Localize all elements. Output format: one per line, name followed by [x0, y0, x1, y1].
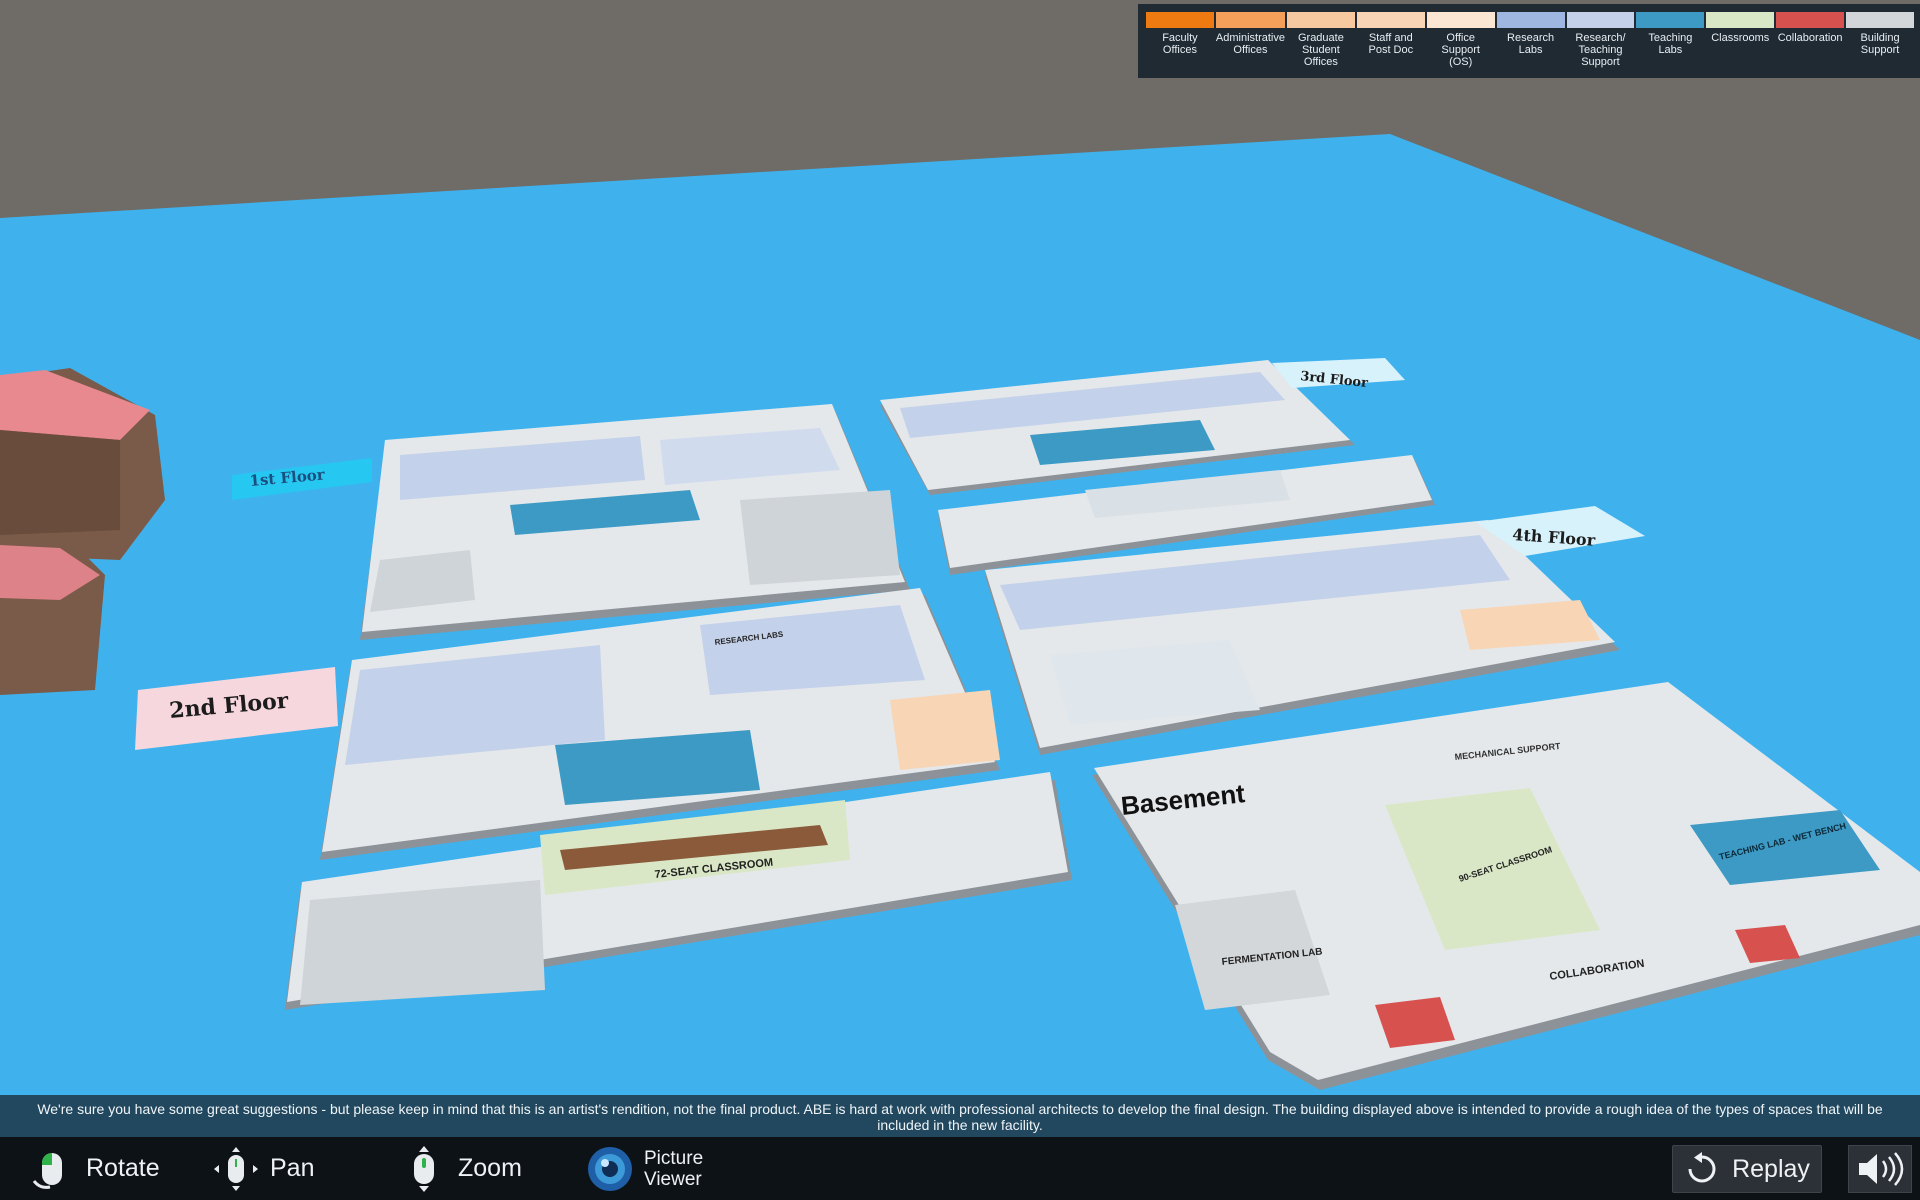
legend-item: Administrative Offices	[1215, 12, 1285, 78]
controls-bar: Rotate Pan Zoom Picture Viewer	[0, 1137, 1920, 1200]
legend-label: Classrooms	[1711, 32, 1770, 44]
pan-control[interactable]: Pan	[212, 1137, 314, 1200]
mouse-move-icon	[214, 1146, 258, 1191]
replay-button[interactable]: Replay	[1672, 1145, 1822, 1193]
replay-label: Replay	[1732, 1154, 1810, 1183]
legend-item: Faculty Offices	[1146, 12, 1214, 78]
legend-label: Collaboration	[1777, 32, 1843, 44]
zoom-control[interactable]: Zoom	[400, 1137, 522, 1200]
legend-swatch	[1215, 12, 1285, 28]
legend-label: Teaching Labs	[1648, 32, 1693, 56]
legend-swatch	[1496, 12, 1565, 28]
legend-swatch	[1566, 12, 1635, 28]
legend-label: Faculty Offices	[1162, 32, 1198, 56]
volume-button[interactable]	[1848, 1145, 1912, 1193]
legend-swatch	[1846, 12, 1914, 28]
legend-swatch	[1636, 12, 1705, 28]
speaker-icon	[1859, 1152, 1904, 1186]
legend-item: Building Support	[1846, 12, 1914, 78]
legend-swatch	[1426, 12, 1495, 28]
legend-item: Office Support (OS)	[1426, 12, 1495, 78]
legend-swatch	[1356, 12, 1425, 28]
legend-swatch	[1706, 12, 1775, 28]
legend-label: Research/ Teaching Support	[1575, 32, 1626, 68]
legend-item: Staff and Post Doc	[1356, 12, 1425, 78]
legend-swatch	[1146, 12, 1214, 28]
rotate-control[interactable]: Rotate	[28, 1137, 160, 1200]
pan-label: Pan	[270, 1154, 315, 1182]
picture-viewer-control[interactable]: Picture Viewer	[586, 1137, 724, 1200]
legend-item: Research/ Teaching Support	[1566, 12, 1635, 78]
disclaimer-text: We're sure you have some great suggestio…	[0, 1095, 1920, 1137]
legend-label: Office Support (OS)	[1441, 32, 1480, 68]
legend-label: Graduate Student Offices	[1297, 32, 1344, 68]
legend-item: Graduate Student Offices	[1286, 12, 1355, 78]
legend-item: Teaching Labs	[1636, 12, 1705, 78]
building-3d-viewport[interactable]: 1st Floor 2nd Floor 3rd Floor 4th Floor …	[0, 0, 1920, 1095]
legend-label: Administrative Offices	[1215, 32, 1285, 56]
rotate-label: Rotate	[86, 1154, 160, 1182]
legend-item: Collaboration	[1776, 12, 1845, 78]
legend-item: Classrooms	[1706, 12, 1775, 78]
space-type-legend: Faculty Offices Administrative Offices Gra…	[1138, 4, 1920, 78]
camera-lens-icon	[588, 1146, 632, 1191]
legend-swatch	[1286, 12, 1355, 28]
replay-icon	[1688, 1152, 1716, 1183]
mouse-scroll-icon	[414, 1145, 434, 1192]
zoom-label: Zoom	[458, 1154, 522, 1182]
legend-item: Research Labs	[1496, 12, 1565, 78]
legend-swatch	[1776, 12, 1845, 28]
picture-viewer-label: Picture Viewer	[644, 1147, 704, 1190]
legend-label: Research Labs	[1507, 32, 1555, 56]
legend-label: Building Support	[1860, 32, 1900, 56]
legend-label: Staff and Post Doc	[1368, 32, 1414, 56]
mouse-left-click-icon	[32, 1152, 62, 1189]
